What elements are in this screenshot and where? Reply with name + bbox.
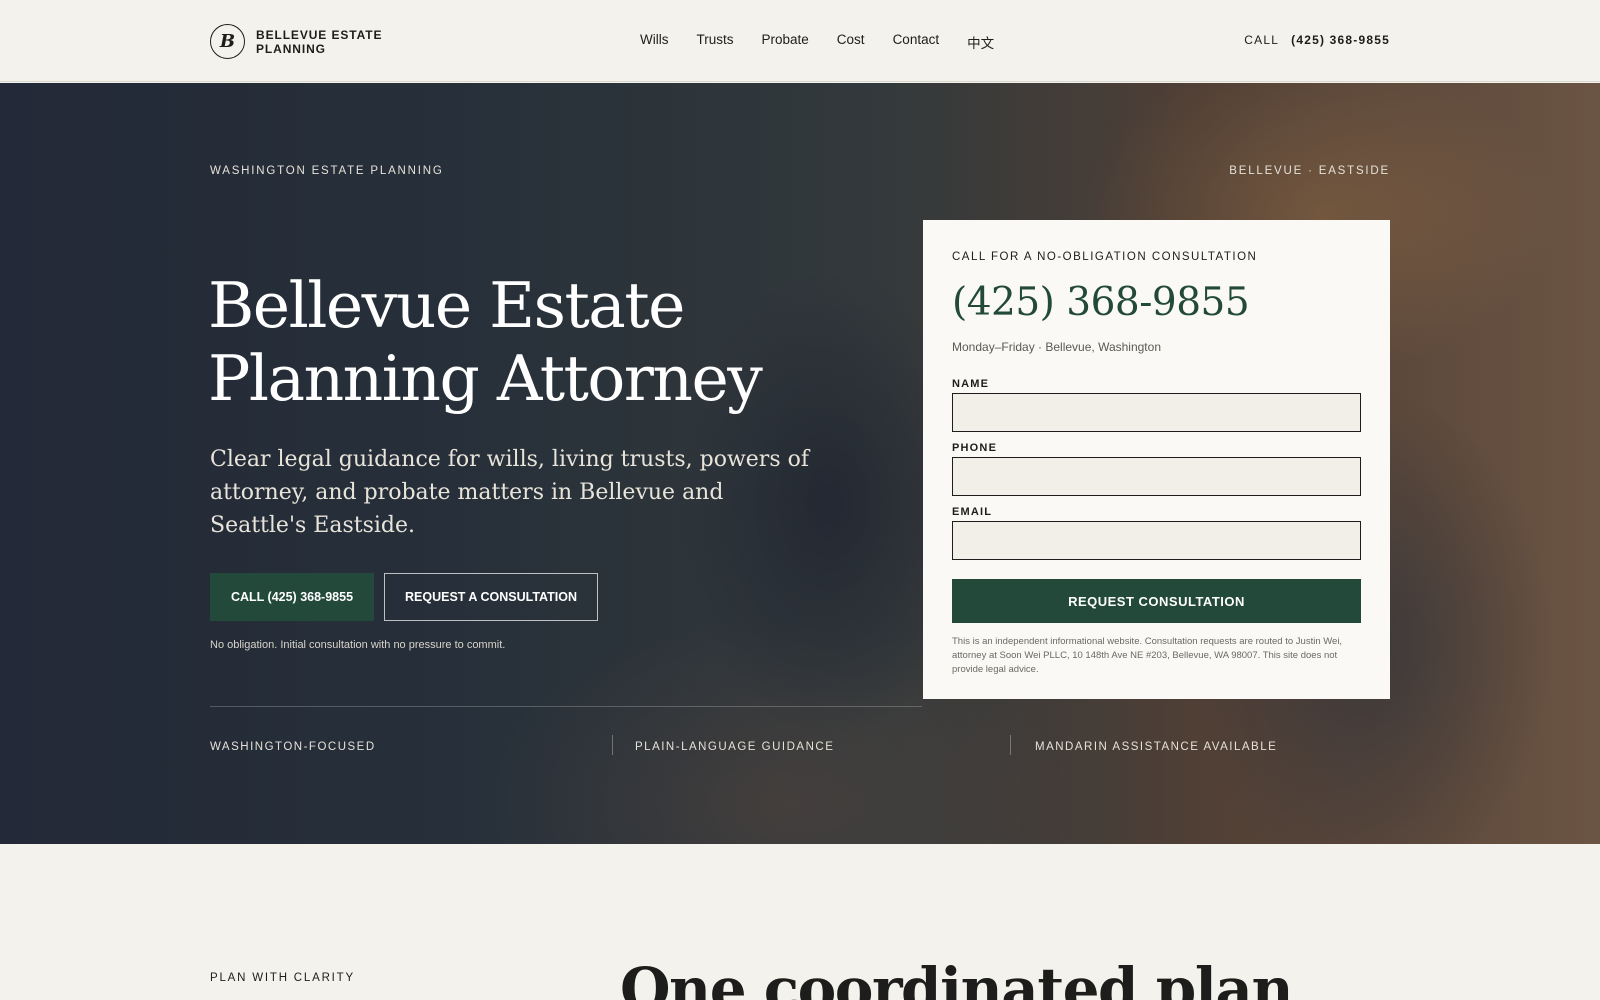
hero-call-button[interactable]: CALL (425) 368-9855: [210, 573, 374, 621]
brand-name: BELLEVUE ESTATE PLANNING: [256, 27, 383, 56]
header-call-link[interactable]: CALL (425) 368-9855: [1244, 33, 1390, 47]
request-consultation-button[interactable]: REQUEST CONSULTATION: [952, 579, 1361, 623]
header-call-number: (425) 368-9855: [1291, 33, 1390, 47]
nav-chinese[interactable]: 中文: [967, 32, 994, 52]
name-label: NAME: [952, 378, 990, 390]
hero-title: Bellevue Estate Planning Attorney: [208, 269, 763, 415]
header-call-label: CALL: [1244, 33, 1280, 47]
brand-mark-icon: B: [210, 24, 245, 59]
email-label: EMAIL: [952, 506, 993, 518]
hero-eyebrow-right: BELLEVUE · EASTSIDE: [1229, 165, 1390, 177]
feature-plain-language: PLAIN-LANGUAGE GUIDANCE: [635, 741, 835, 753]
hero-section: WASHINGTON ESTATE PLANNING BELLEVUE · EA…: [0, 83, 1600, 844]
section-eyebrow: PLAN WITH CLARITY: [210, 972, 355, 984]
consultation-form-card: CALL FOR A NO-OBLIGATION CONSULTATION (4…: [923, 220, 1390, 699]
phone-label: PHONE: [952, 442, 998, 454]
nav-contact[interactable]: Contact: [893, 32, 940, 52]
site-header: B BELLEVUE ESTATE PLANNING Wills Trusts …: [0, 0, 1600, 82]
email-input[interactable]: [952, 521, 1361, 560]
form-disclaimer: This is an independent informational web…: [952, 636, 1343, 675]
feature-mandarin: MANDARIN ASSISTANCE AVAILABLE: [1035, 741, 1278, 753]
nav-trusts[interactable]: Trusts: [697, 32, 734, 52]
brand-logo[interactable]: B BELLEVUE ESTATE PLANNING: [210, 24, 396, 59]
section-heading: One coordinated plan: [620, 955, 1294, 1000]
feature-separator: [1010, 735, 1011, 755]
nav-probate[interactable]: Probate: [762, 32, 809, 52]
feature-washington-focused: WASHINGTON-FOCUSED: [210, 741, 376, 753]
main-nav: Wills Trusts Probate Cost Contact 中文: [640, 32, 994, 52]
hero-eyebrow-left: WASHINGTON ESTATE PLANNING: [210, 165, 444, 177]
hero-consultation-button[interactable]: REQUEST A CONSULTATION: [384, 573, 598, 621]
form-eyebrow: CALL FOR A NO-OBLIGATION CONSULTATION: [952, 251, 1258, 263]
name-input[interactable]: [952, 393, 1361, 432]
form-hours: Monday–Friday · Bellevue, Washington: [952, 340, 1161, 354]
hero-divider: [210, 706, 922, 707]
form-phone-link[interactable]: (425) 368-9855: [952, 280, 1250, 325]
nav-cost[interactable]: Cost: [837, 32, 865, 52]
phone-input[interactable]: [952, 457, 1361, 496]
hero-subtitle: Clear legal guidance for wills, living t…: [210, 447, 809, 538]
hero-note: No obligation. Initial consultation with…: [210, 639, 506, 651]
feature-separator: [612, 735, 613, 755]
nav-wills[interactable]: Wills: [640, 32, 669, 52]
